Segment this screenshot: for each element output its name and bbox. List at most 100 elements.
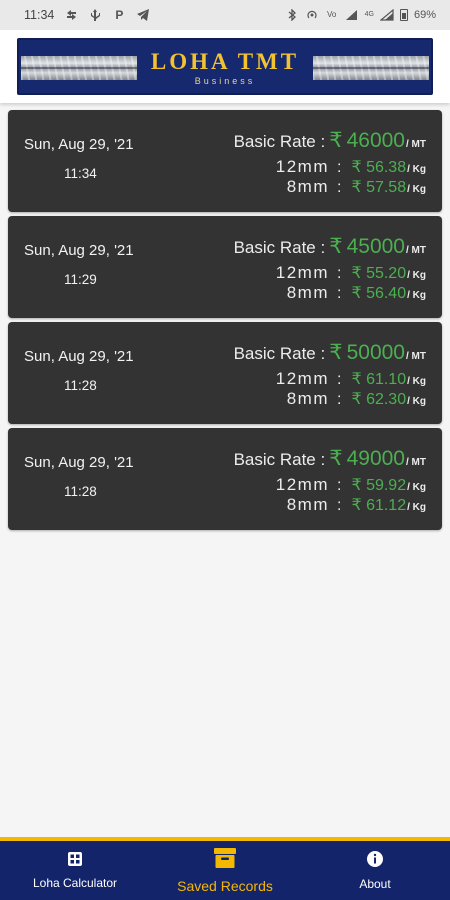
rate-8mm-row: 8mm : ₹ 62.30 / Kg: [287, 389, 426, 409]
separator: :: [336, 371, 342, 388]
size-unit: / Kg: [407, 396, 426, 407]
currency-symbol: ₹: [329, 235, 343, 258]
separator: :: [336, 477, 342, 494]
basic-rate-value: 46000: [346, 129, 405, 152]
basic-rate-label: Basic Rate :: [233, 450, 326, 469]
size-unit: / Kg: [407, 184, 426, 195]
nav-loha-calculator[interactable]: Loha Calculator: [0, 841, 150, 900]
brand-subtitle: Business: [194, 76, 256, 86]
rate-12mm-row: 12mm : ₹ 55.20 / Kg: [276, 263, 426, 283]
telegram-icon: [136, 9, 150, 21]
currency-symbol: ₹: [329, 341, 343, 364]
separator: :: [336, 391, 342, 408]
currency-symbol: ₹: [329, 129, 343, 152]
record-card[interactable]: Sun, Aug 29, '21 11:28 Basic Rate : ₹ 49…: [8, 428, 442, 530]
basic-rate-row: Basic Rate : ₹ 45000 / MT: [234, 234, 426, 259]
bluetooth-icon: [285, 8, 299, 22]
battery-icon: [399, 9, 408, 21]
basic-rate-label: Basic Rate :: [233, 238, 326, 257]
status-time: 11:34: [24, 8, 55, 22]
size-label: 8mm: [286, 177, 329, 196]
record-date: Sun, Aug 29, '21: [24, 242, 134, 259]
separator: :: [336, 497, 342, 514]
brand-banner: LOHA TMT Business: [17, 38, 433, 95]
record-card[interactable]: Sun, Aug 29, '21 11:28 Basic Rate : ₹ 50…: [8, 322, 442, 424]
basic-rate-unit: / MT: [406, 457, 426, 468]
basic-rate-value: 50000: [346, 341, 405, 364]
basic-rate-unit: / MT: [406, 245, 426, 256]
size-unit: / Kg: [407, 270, 426, 281]
size-label: 8mm: [286, 389, 329, 408]
saved-records-list: Sun, Aug 29, '21 11:34 Basic Rate : ₹ 46…: [8, 110, 442, 534]
basic-rate-unit: / MT: [406, 351, 426, 362]
size-price: ₹ 59.92: [351, 477, 407, 494]
signal-icon: [345, 9, 359, 21]
bottom-navigation: Loha Calculator Saved Records About: [0, 837, 450, 900]
record-card[interactable]: Sun, Aug 29, '21 11:34 Basic Rate : ₹ 46…: [8, 110, 442, 212]
basic-rate-value: 45000: [346, 235, 405, 258]
size-price: ₹ 56.40: [351, 285, 407, 302]
separator: :: [336, 159, 342, 176]
size-price: ₹ 57.58: [351, 179, 407, 196]
size-label: 8mm: [286, 495, 329, 514]
usb-icon: [88, 9, 102, 21]
size-label: 12mm: [275, 157, 329, 176]
separator: :: [336, 285, 342, 302]
nav-label: About: [359, 877, 391, 891]
volte-icon: Vo: [326, 10, 337, 19]
parking-icon: P: [115, 8, 124, 22]
size-unit: / Kg: [407, 164, 426, 175]
basic-rate-row: Basic Rate : ₹ 50000 / MT: [234, 340, 426, 365]
nav-about[interactable]: About: [300, 841, 450, 900]
basic-rate-row: Basic Rate : ₹ 49000 / MT: [234, 446, 426, 471]
record-time: 11:28: [64, 378, 97, 393]
basic-rate-row: Basic Rate : ₹ 46000 / MT: [234, 128, 426, 153]
separator: :: [336, 179, 342, 196]
size-unit: / Kg: [407, 376, 426, 387]
record-card[interactable]: Sun, Aug 29, '21 11:29 Basic Rate : ₹ 45…: [8, 216, 442, 318]
currency-symbol: ₹: [329, 447, 343, 470]
record-time: 11:34: [64, 166, 97, 181]
status-bar: 11:34 P Vo 4G 69%: [0, 0, 450, 30]
rate-8mm-row: 8mm : ₹ 61.12 / Kg: [287, 495, 426, 515]
battery-percent: 69%: [413, 9, 436, 21]
size-price: ₹ 61.12: [351, 497, 407, 514]
brand-title: LOHA TMT: [150, 49, 300, 74]
app-header: LOHA TMT Business: [0, 30, 450, 103]
record-time: 11:28: [64, 484, 97, 499]
nav-label: Loha Calculator: [32, 876, 118, 890]
calculator-icon: [67, 851, 83, 872]
archive-box-icon: [213, 847, 237, 874]
sync-icon: [64, 9, 78, 21]
size-unit: / Kg: [407, 482, 426, 493]
rate-8mm-row: 8mm : ₹ 57.58 / Kg: [287, 177, 426, 197]
size-price: ₹ 62.30: [351, 391, 407, 408]
basic-rate-value: 49000: [346, 447, 405, 470]
basic-rate-label: Basic Rate :: [233, 132, 326, 151]
basic-rate-label: Basic Rate :: [233, 344, 326, 363]
record-time: 11:29: [64, 272, 97, 287]
nav-saved-records[interactable]: Saved Records: [150, 841, 300, 900]
size-label: 12mm: [275, 475, 329, 494]
rate-12mm-row: 12mm : ₹ 56.38 / Kg: [276, 157, 426, 177]
info-icon: [366, 850, 384, 873]
rate-8mm-row: 8mm : ₹ 56.40 / Kg: [287, 283, 426, 303]
size-unit: / Kg: [407, 502, 426, 513]
record-date: Sun, Aug 29, '21: [24, 348, 134, 365]
size-label: 12mm: [275, 369, 329, 388]
hotspot-icon: [305, 9, 319, 21]
size-price: ₹ 56.38: [351, 159, 407, 176]
wifi-icon: [379, 8, 394, 21]
size-price: ₹ 61.10: [351, 371, 407, 388]
size-label: 8mm: [286, 283, 329, 302]
size-unit: / Kg: [407, 290, 426, 301]
network-type: 4G: [364, 11, 374, 18]
basic-rate-unit: / MT: [406, 139, 426, 150]
size-label: 12mm: [275, 263, 329, 282]
record-date: Sun, Aug 29, '21: [24, 454, 134, 471]
rate-12mm-row: 12mm : ₹ 61.10 / Kg: [276, 369, 426, 389]
separator: :: [336, 265, 342, 282]
size-price: ₹ 55.20: [351, 265, 407, 282]
record-date: Sun, Aug 29, '21: [24, 136, 134, 153]
nav-label: Saved Records: [177, 878, 273, 894]
